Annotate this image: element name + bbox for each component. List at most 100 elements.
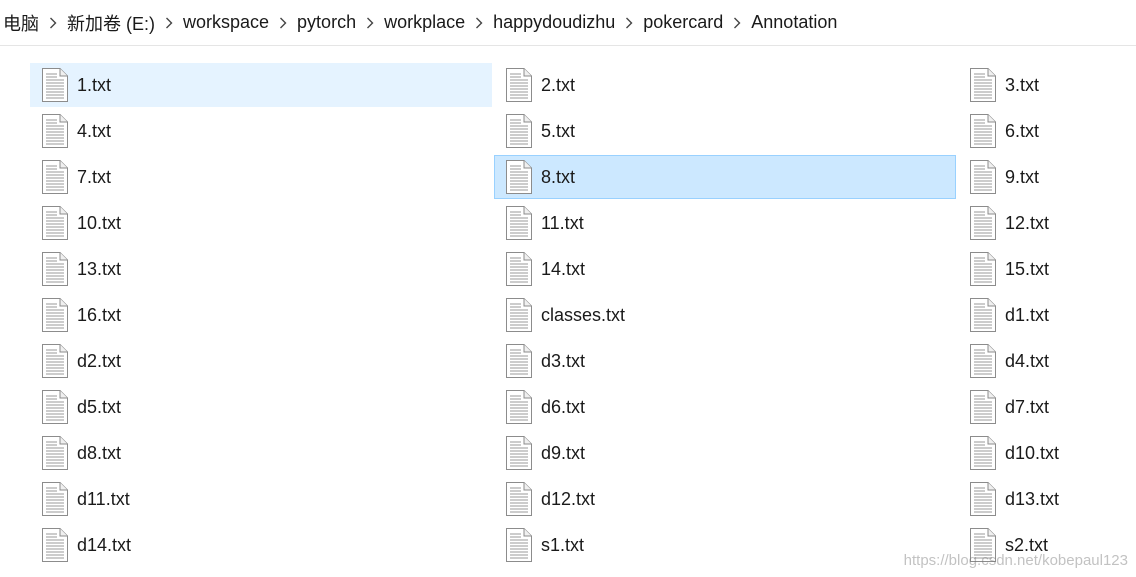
file-name: 3.txt bbox=[1005, 74, 1040, 95]
file-item[interactable]: d2.txt bbox=[30, 339, 492, 383]
file-name: d9.txt bbox=[541, 442, 586, 463]
file-explorer-window: 电脑 新加卷 (E:) workspace pytorch workplace happy… bbox=[0, 0, 1136, 577]
file-name: d3.txt bbox=[541, 350, 586, 371]
file-item[interactable]: s1.txt bbox=[494, 523, 956, 567]
file-item[interactable]: d12.txt bbox=[494, 477, 956, 521]
file-name: 16.txt bbox=[77, 304, 122, 325]
text-file-icon bbox=[505, 528, 533, 562]
file-item[interactable]: 1.txt bbox=[30, 63, 492, 107]
chevron-right-icon[interactable] bbox=[726, 13, 748, 33]
file-item[interactable]: d14.txt bbox=[30, 523, 492, 567]
file-item[interactable]: 16.txt bbox=[30, 293, 492, 337]
file-name: d10.txt bbox=[1005, 442, 1060, 463]
breadcrumb-item[interactable]: pytorch bbox=[294, 12, 359, 33]
breadcrumb-item[interactable]: 电脑 bbox=[0, 10, 42, 36]
file-item[interactable]: 12.txt bbox=[958, 201, 1124, 245]
file-item[interactable]: 5.txt bbox=[494, 109, 956, 153]
text-file-icon bbox=[505, 68, 533, 102]
text-file-icon bbox=[505, 206, 533, 240]
chevron-right-icon[interactable] bbox=[468, 13, 490, 33]
file-item[interactable]: s2.txt bbox=[958, 523, 1124, 567]
text-file-icon bbox=[41, 160, 69, 194]
file-item[interactable]: 11.txt bbox=[494, 201, 956, 245]
text-file-icon bbox=[41, 114, 69, 148]
text-file-icon bbox=[969, 68, 997, 102]
file-name: 15.txt bbox=[1005, 258, 1050, 279]
text-file-icon bbox=[41, 298, 69, 332]
text-file-icon bbox=[505, 114, 533, 148]
chevron-right-icon[interactable] bbox=[158, 13, 180, 33]
text-file-icon bbox=[969, 252, 997, 286]
file-item[interactable]: d10.txt bbox=[958, 431, 1124, 475]
file-item[interactable]: d11.txt bbox=[30, 477, 492, 521]
file-item[interactable]: 3.txt bbox=[958, 63, 1124, 107]
text-file-icon bbox=[505, 160, 533, 194]
text-file-icon bbox=[505, 344, 533, 378]
file-name: d13.txt bbox=[1005, 488, 1060, 509]
text-file-icon bbox=[969, 160, 997, 194]
text-file-icon bbox=[969, 528, 997, 562]
breadcrumb-item[interactable]: 新加卷 (E:) bbox=[64, 10, 158, 36]
file-item[interactable]: classes.txt bbox=[494, 293, 956, 337]
file-item[interactable]: d1.txt bbox=[958, 293, 1124, 337]
file-item[interactable]: 10.txt bbox=[30, 201, 492, 245]
file-item[interactable]: d8.txt bbox=[30, 431, 492, 475]
text-file-icon bbox=[41, 344, 69, 378]
breadcrumb-item[interactable]: workplace bbox=[381, 12, 468, 33]
text-file-icon bbox=[41, 68, 69, 102]
file-name: 1.txt bbox=[77, 74, 112, 95]
file-name: d2.txt bbox=[77, 350, 122, 371]
file-name: d11.txt bbox=[77, 488, 130, 509]
chevron-right-icon[interactable] bbox=[359, 13, 381, 33]
text-file-icon bbox=[969, 482, 997, 516]
file-item[interactable]: 7.txt bbox=[30, 155, 492, 199]
breadcrumb-item[interactable]: Annotation bbox=[748, 12, 840, 33]
file-item[interactable]: 13.txt bbox=[30, 247, 492, 291]
text-file-icon bbox=[969, 114, 997, 148]
text-file-icon bbox=[41, 390, 69, 424]
file-item[interactable]: d4.txt bbox=[958, 339, 1124, 383]
text-file-icon bbox=[969, 206, 997, 240]
file-item[interactable]: 9.txt bbox=[958, 155, 1124, 199]
breadcrumb-item[interactable]: happydoudizhu bbox=[490, 12, 618, 33]
file-item[interactable]: d6.txt bbox=[494, 385, 956, 429]
file-item[interactable]: 6.txt bbox=[958, 109, 1124, 153]
text-file-icon bbox=[505, 252, 533, 286]
text-file-icon bbox=[505, 436, 533, 470]
file-item[interactable]: d3.txt bbox=[494, 339, 956, 383]
chevron-right-icon[interactable] bbox=[618, 13, 640, 33]
text-file-icon bbox=[505, 298, 533, 332]
file-name: classes.txt bbox=[541, 304, 626, 325]
file-item[interactable]: 14.txt bbox=[494, 247, 956, 291]
file-name: d1.txt bbox=[1005, 304, 1050, 325]
breadcrumb-item[interactable]: workspace bbox=[180, 12, 272, 33]
file-name: 11.txt bbox=[541, 212, 584, 233]
file-name: 14.txt bbox=[541, 258, 586, 279]
file-name: 4.txt bbox=[77, 120, 112, 141]
chevron-right-icon[interactable] bbox=[42, 13, 64, 33]
file-item[interactable]: 2.txt bbox=[494, 63, 956, 107]
text-file-icon bbox=[969, 344, 997, 378]
file-name: 13.txt bbox=[77, 258, 122, 279]
breadcrumb-item[interactable]: pokercard bbox=[640, 12, 726, 33]
file-name: s1.txt bbox=[541, 534, 585, 555]
text-file-icon bbox=[41, 482, 69, 516]
chevron-right-icon[interactable] bbox=[272, 13, 294, 33]
file-item[interactable]: d7.txt bbox=[958, 385, 1124, 429]
file-name: 6.txt bbox=[1005, 120, 1040, 141]
file-name: d5.txt bbox=[77, 396, 122, 417]
file-item[interactable]: 8.txt bbox=[494, 155, 956, 199]
file-item[interactable]: d5.txt bbox=[30, 385, 492, 429]
file-item[interactable]: 4.txt bbox=[30, 109, 492, 153]
file-name: 9.txt bbox=[1005, 166, 1040, 187]
file-item[interactable]: d13.txt bbox=[958, 477, 1124, 521]
text-file-icon bbox=[41, 252, 69, 286]
file-name: d7.txt bbox=[1005, 396, 1050, 417]
file-name: d4.txt bbox=[1005, 350, 1050, 371]
file-item[interactable]: 15.txt bbox=[958, 247, 1124, 291]
text-file-icon bbox=[969, 436, 997, 470]
file-name: d14.txt bbox=[77, 534, 132, 555]
file-name: 10.txt bbox=[77, 212, 122, 233]
file-name: 5.txt bbox=[541, 120, 576, 141]
file-item[interactable]: d9.txt bbox=[494, 431, 956, 475]
